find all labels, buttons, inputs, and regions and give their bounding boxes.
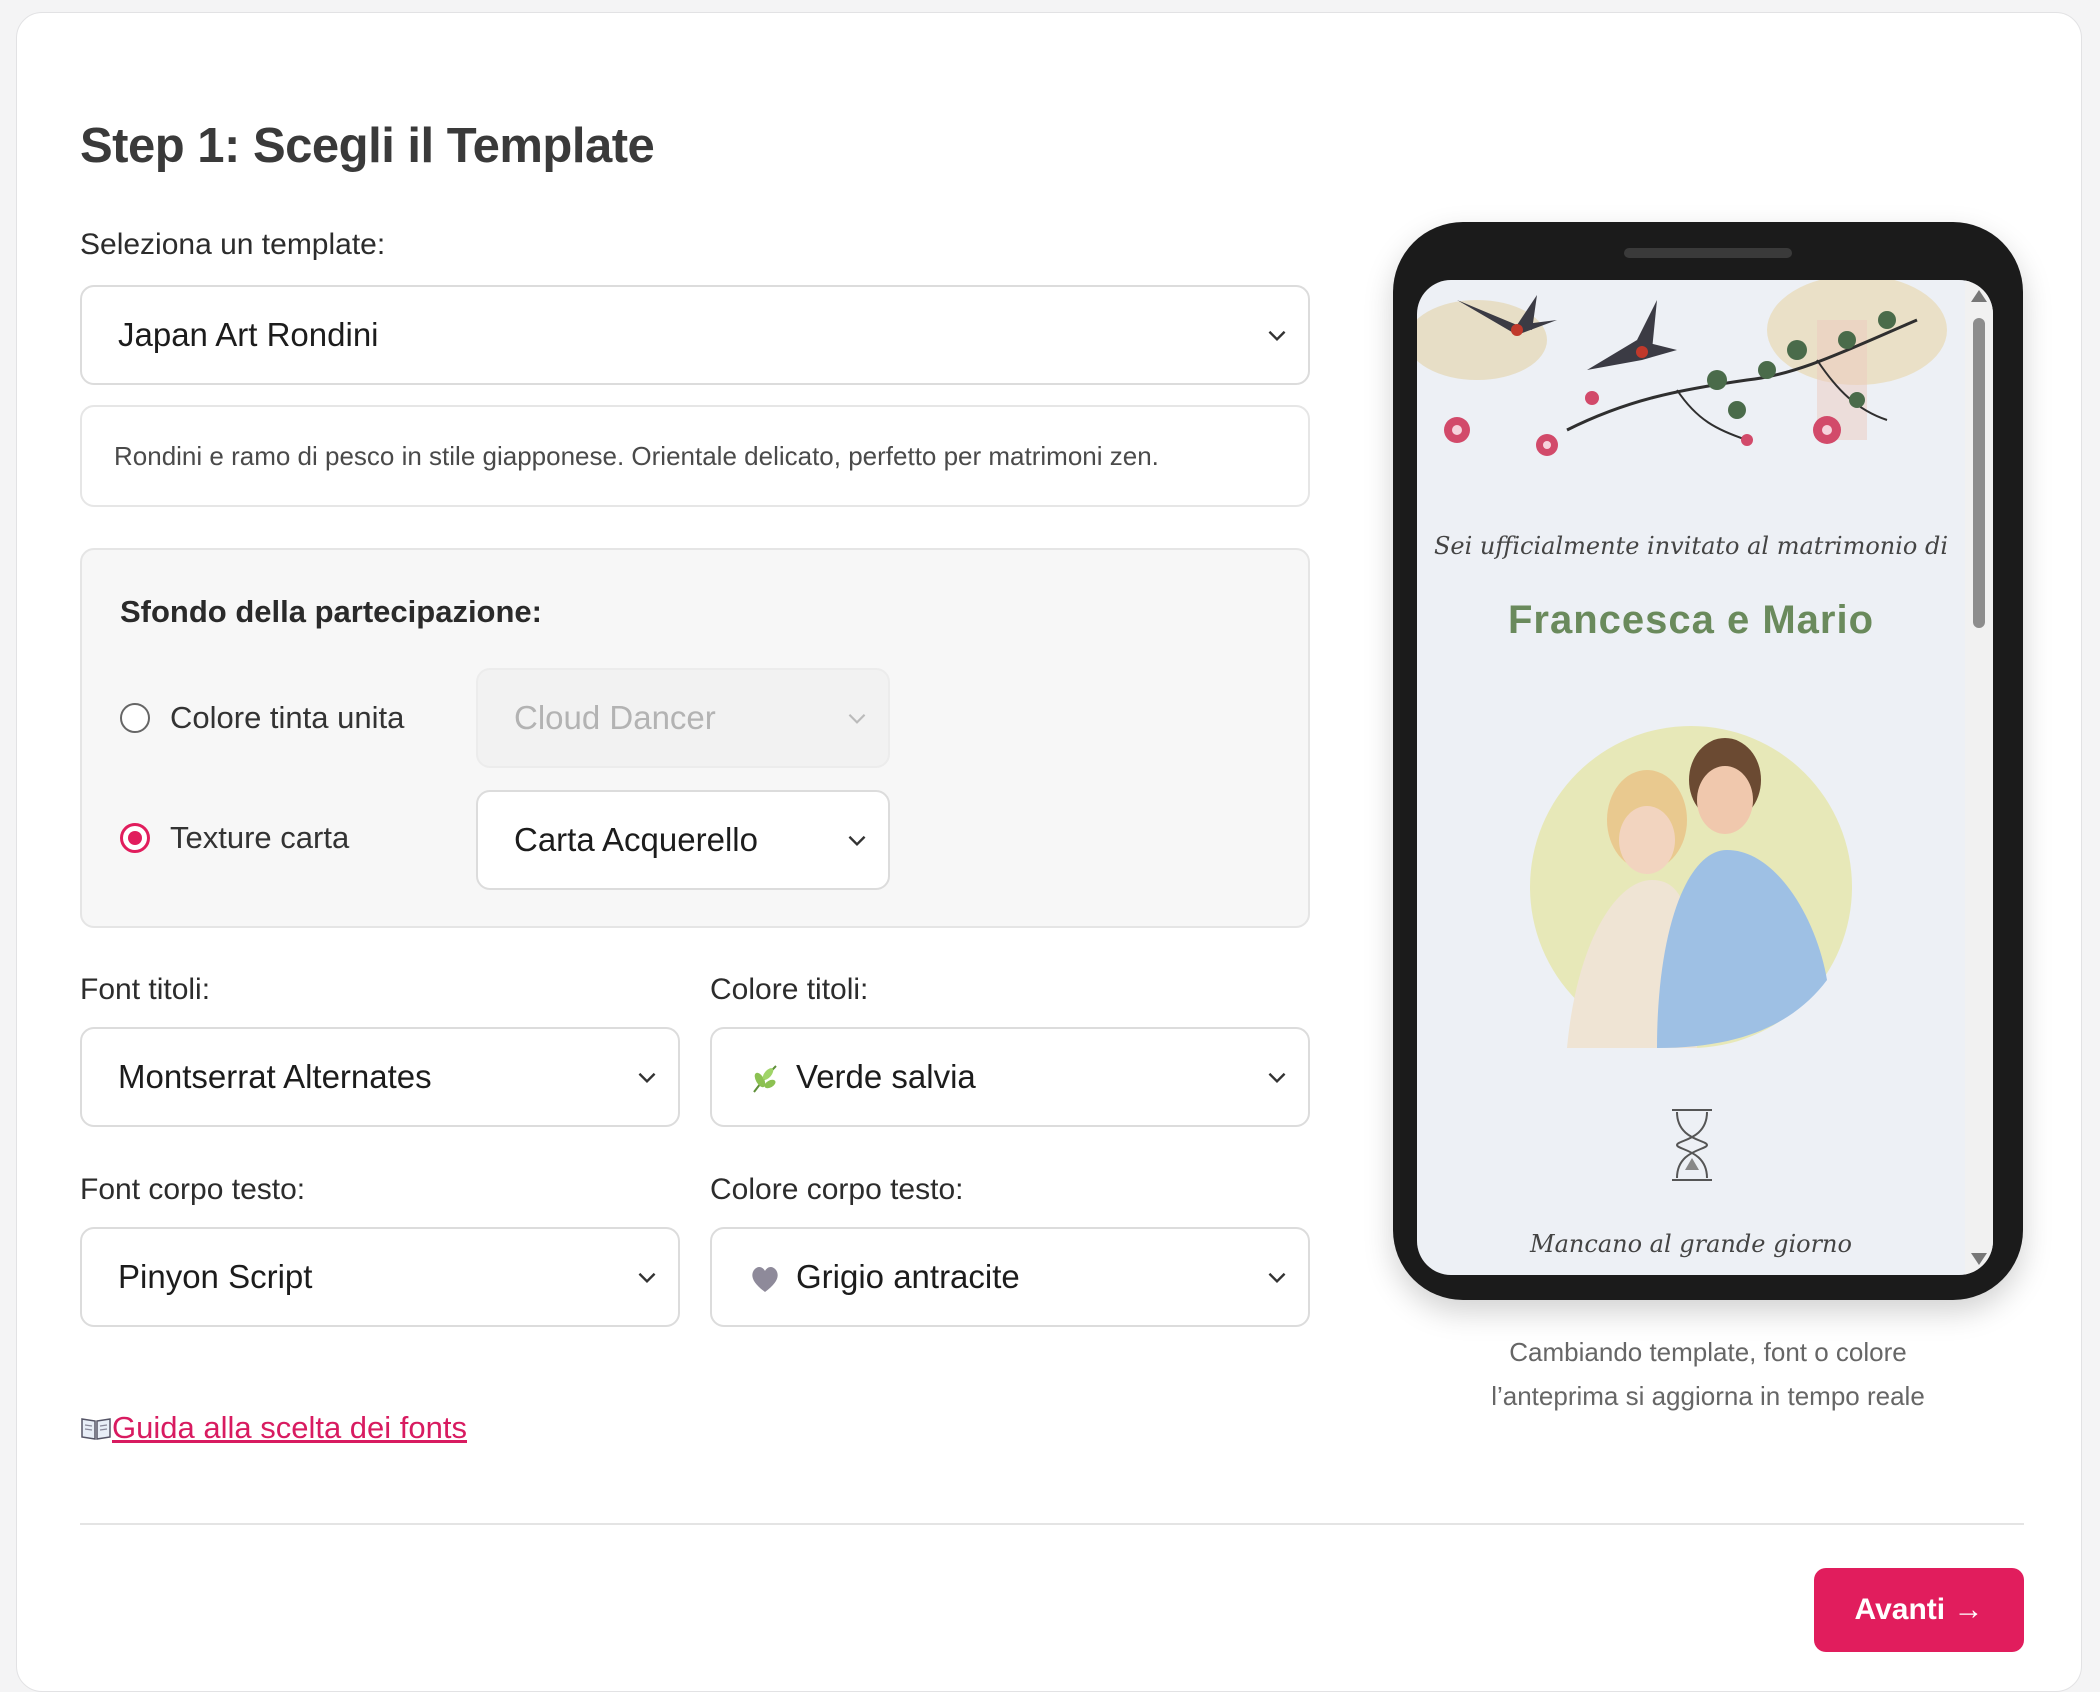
body-color-select[interactable]: Grigio antracite	[710, 1227, 1310, 1327]
body-color-label: Colore corpo testo:	[710, 1173, 964, 1206]
scroll-down-arrow-icon[interactable]	[1971, 1253, 1987, 1265]
preview-scrollbar[interactable]	[1965, 280, 1993, 1275]
title-font-select[interactable]: Montserrat Alternates	[80, 1027, 680, 1127]
preview-caption-line1: Cambiando template, font o colore	[1509, 1337, 1907, 1367]
phone-preview: Sei ufficialmente invitato al matrimonio…	[1393, 222, 2023, 1300]
countdown-label: Mancano al grande giorno	[1530, 1230, 1852, 1258]
open-book-icon	[81, 1418, 111, 1440]
body-font-label: Font corpo testo:	[80, 1173, 306, 1206]
phone-notch	[1624, 248, 1792, 258]
next-button[interactable]: Avanti →	[1814, 1568, 2024, 1652]
preview-caption-line2: l’anteprima si aggiorna in tempo reale	[1491, 1381, 1925, 1411]
grey-heart-icon	[752, 1267, 778, 1293]
title-font-label: Font titoli:	[80, 973, 211, 1006]
radio-paper-texture[interactable]	[120, 823, 150, 853]
font-guide-link[interactable]: Guida alla scelta dei fonts	[112, 1410, 467, 1446]
chevron-down-icon	[1268, 330, 1286, 342]
template-select[interactable]: Japan Art Rondini	[80, 285, 1310, 385]
chevron-down-icon	[1268, 1072, 1286, 1084]
body-font-value: Pinyon Script	[118, 1258, 313, 1295]
title-color-label: Colore titoli:	[710, 973, 869, 1006]
font-guide: Guida alla scelta dei fonts	[80, 1410, 467, 1446]
chevron-down-icon	[638, 1072, 656, 1084]
chevron-down-icon	[848, 835, 866, 847]
radio-solid-color-label[interactable]: Colore tinta unita	[170, 700, 404, 736]
chevron-down-icon	[638, 1272, 656, 1284]
title-color-value: Verde salvia	[796, 1057, 976, 1095]
template-select-value: Japan Art Rondini	[118, 316, 379, 353]
radio-paper-texture-label[interactable]: Texture carta	[170, 820, 349, 856]
couple-names: Francesca e Mario	[1507, 598, 1875, 642]
invitation-artwork	[1417, 280, 1947, 1181]
background-title: Sfondo della partecipazione:	[120, 594, 542, 629]
title-font-value: Montserrat Alternates	[118, 1058, 432, 1095]
paper-texture-select-value: Carta Acquerello	[514, 821, 758, 858]
preview-screen[interactable]: Sei ufficialmente invitato al matrimonio…	[1417, 280, 1993, 1275]
scroll-up-arrow-icon[interactable]	[1971, 290, 1987, 302]
chevron-down-icon	[1268, 1272, 1286, 1284]
body-color-value: Grigio antracite	[796, 1257, 1020, 1295]
page-title: Step 1: Scegli il Template	[80, 119, 655, 173]
preview-caption: Cambiando template, font o colore l’ante…	[1393, 1330, 2023, 1418]
solid-color-select-value: Cloud Dancer	[514, 699, 716, 736]
solid-color-select: Cloud Dancer	[476, 668, 890, 768]
scroll-thumb[interactable]	[1973, 318, 1985, 628]
title-color-select[interactable]: Verde salvia	[710, 1027, 1310, 1127]
paper-texture-select[interactable]: Carta Acquerello	[476, 790, 890, 890]
radio-solid-color[interactable]	[120, 703, 150, 733]
body-font-select[interactable]: Pinyon Script	[80, 1227, 680, 1327]
divider	[80, 1523, 2024, 1525]
template-description: Rondini e ramo di pesco in stile giappon…	[80, 405, 1310, 507]
chevron-down-icon	[848, 713, 866, 724]
herb-icon	[753, 1065, 777, 1093]
invite-line: Sei ufficialmente invitato al matrimonio…	[1433, 532, 1949, 560]
template-label: Seleziona un template:	[80, 228, 386, 261]
background-panel: Sfondo della partecipazione: Colore tint…	[80, 548, 1310, 928]
